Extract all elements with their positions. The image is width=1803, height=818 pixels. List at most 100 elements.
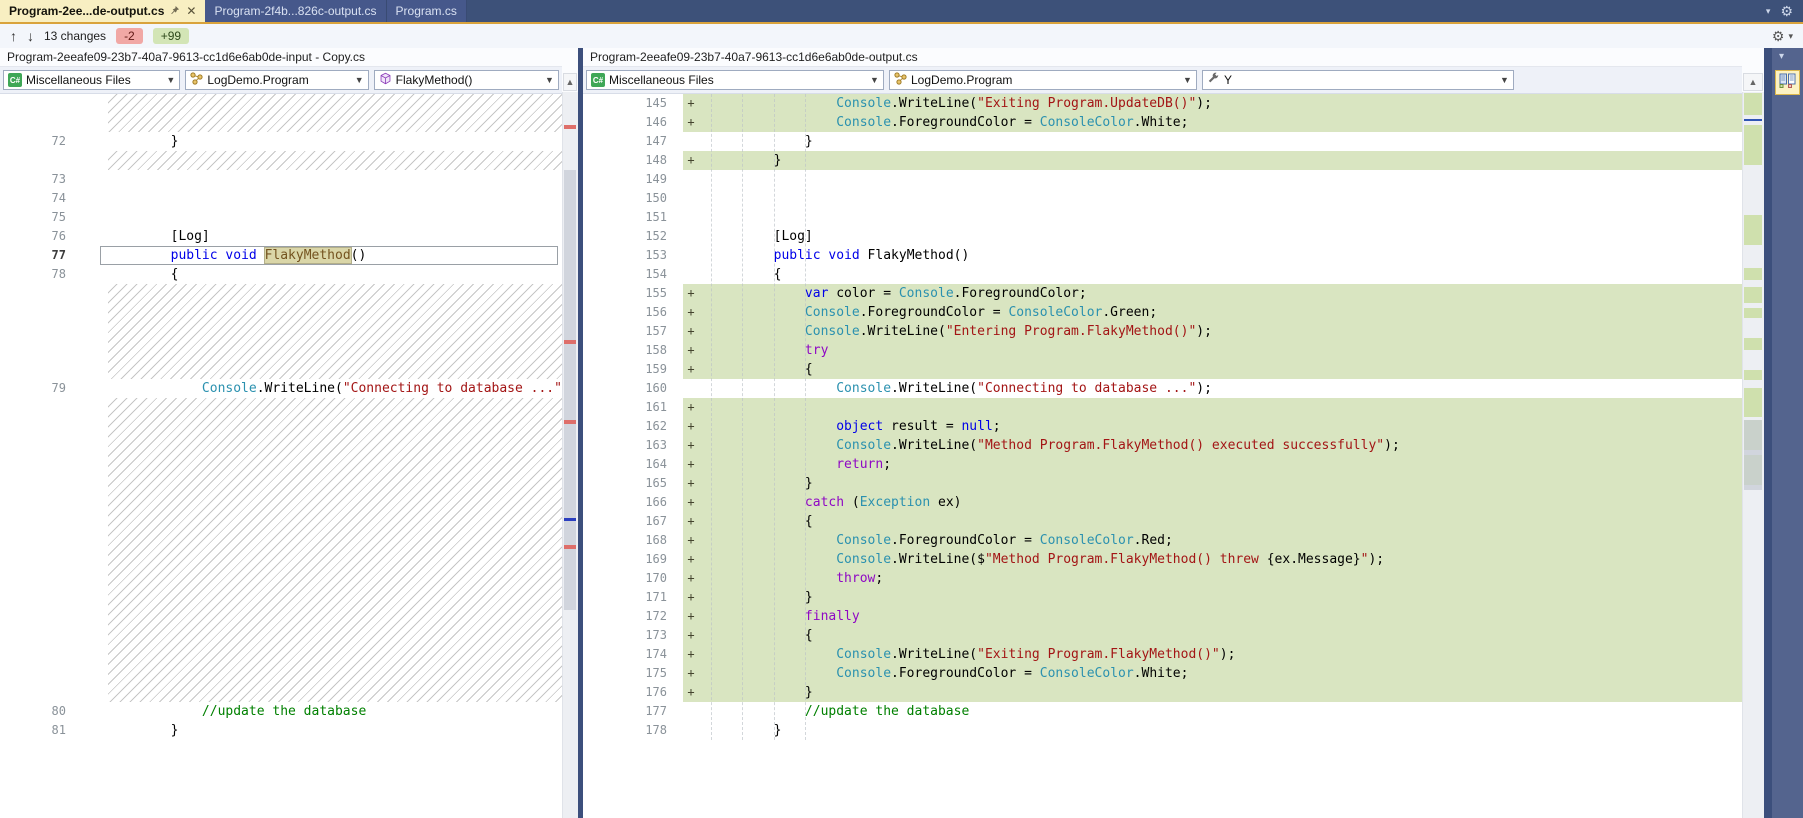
- added-change-map-mark: [1744, 370, 1762, 380]
- code-line[interactable]: 171+ }: [583, 588, 1742, 607]
- code-line[interactable]: 149: [583, 170, 1742, 189]
- line-number: 72: [0, 132, 100, 151]
- code-text: {: [699, 512, 813, 531]
- scroll-up-button[interactable]: ▲: [1743, 73, 1763, 91]
- code-text: }: [100, 132, 178, 151]
- line-number: 166: [583, 493, 683, 512]
- code-line[interactable]: 160 Console.WriteLine("Connecting to dat…: [583, 379, 1742, 398]
- right-type-dropdown[interactable]: LogDemo.Program ▼: [889, 70, 1197, 90]
- left-member-dropdown[interactable]: FlakyMethod() ▼: [374, 70, 559, 90]
- code-line[interactable]: 155+ var color = Console.ForegroundColor…: [583, 284, 1742, 303]
- code-line[interactable]: 159+ {: [583, 360, 1742, 379]
- class-icon: [894, 72, 907, 88]
- code-line[interactable]: 174+ Console.WriteLine("Exiting Program.…: [583, 645, 1742, 664]
- line-number: 174: [583, 645, 683, 664]
- tabstrip-gear-icon[interactable]: ⚙: [1780, 4, 1793, 18]
- code-line[interactable]: 153 public void FlakyMethod(): [583, 246, 1742, 265]
- left-type-dropdown[interactable]: LogDemo.Program ▼: [185, 70, 368, 90]
- line-number: 76: [0, 227, 100, 246]
- code-line[interactable]: 172+ finally: [583, 607, 1742, 626]
- right-project-dropdown[interactable]: C# Miscellaneous Files ▼: [586, 70, 884, 90]
- added-change-map-mark: [1744, 338, 1762, 350]
- left-code-editor[interactable]: 72 } 73747576 [Log]77 public void FlakyMe…: [0, 94, 562, 818]
- close-tab-icon[interactable]: ✕: [186, 4, 196, 18]
- code-line[interactable]: 78 {: [0, 265, 562, 284]
- added-line-marker: [683, 379, 699, 398]
- code-line[interactable]: 75: [0, 208, 562, 227]
- added-line-marker: +: [683, 493, 699, 512]
- document-tab[interactable]: Program.cs: [387, 0, 467, 22]
- diff-settings-gear-icon[interactable]: ⚙: [1772, 29, 1785, 43]
- line-number: 158: [583, 341, 683, 360]
- code-line[interactable]: 76 [Log]: [0, 227, 562, 246]
- code-line[interactable]: 146+ Console.ForegroundColor = ConsoleCo…: [583, 113, 1742, 132]
- code-line[interactable]: 73: [0, 170, 562, 189]
- added-line-marker: +: [683, 455, 699, 474]
- deleted-region-hatch: [108, 284, 562, 379]
- left-editor-scrollbar[interactable]: ▲: [562, 48, 578, 818]
- code-text: Console.WriteLine("Connecting to databas…: [100, 379, 562, 398]
- document-tab[interactable]: Program-2f4b...826c-output.cs: [205, 0, 386, 22]
- code-line[interactable]: 151: [583, 208, 1742, 227]
- code-line[interactable]: 157+ Console.WriteLine("Entering Program…: [583, 322, 1742, 341]
- code-line[interactable]: 176+ }: [583, 683, 1742, 702]
- code-text: try: [699, 341, 828, 360]
- code-text: Console.WriteLine("Exiting Program.Updat…: [699, 94, 1212, 113]
- next-change-button[interactable]: ↓: [27, 29, 34, 43]
- code-line[interactable]: 154 {: [583, 265, 1742, 284]
- code-line[interactable]: 156+ Console.ForegroundColor = ConsoleCo…: [583, 303, 1742, 322]
- code-text: {: [699, 360, 813, 379]
- diff-settings-chevron-icon[interactable]: ▾: [1788, 31, 1793, 42]
- code-line[interactable]: 148+ }: [583, 151, 1742, 170]
- code-line[interactable]: 178 }: [583, 721, 1742, 740]
- right-code-editor[interactable]: 145+ Console.WriteLine("Exiting Program.…: [583, 94, 1742, 818]
- code-line[interactable]: 158+ try: [583, 341, 1742, 360]
- code-text: }: [100, 721, 178, 740]
- deleted-region-hatch: [108, 398, 562, 702]
- compare-files-tool-button[interactable]: [1775, 70, 1800, 95]
- code-line[interactable]: 167+ {: [583, 512, 1742, 531]
- code-line[interactable]: 164+ return;: [583, 455, 1742, 474]
- right-editor-scrollbar[interactable]: ▲: [1742, 48, 1764, 818]
- code-line[interactable]: 80 //update the database: [0, 702, 562, 721]
- added-line-marker: +: [683, 664, 699, 683]
- code-line[interactable]: 81 }: [0, 721, 562, 740]
- panel-chevron-icon[interactable]: ▾: [1779, 51, 1784, 62]
- code-line[interactable]: 175+ Console.ForegroundColor = ConsoleCo…: [583, 664, 1742, 683]
- previous-change-button[interactable]: ↑: [10, 29, 17, 43]
- code-line[interactable]: 165+ }: [583, 474, 1742, 493]
- code-line[interactable]: 79 Console.WriteLine("Connecting to data…: [0, 379, 562, 398]
- document-tab[interactable]: Program-2ee...de-output.cs✕: [0, 0, 205, 22]
- line-number: 77: [0, 246, 100, 265]
- scrollbar-thumb[interactable]: [1744, 420, 1762, 490]
- code-line[interactable]: 150: [583, 189, 1742, 208]
- left-project-dropdown[interactable]: C# Miscellaneous Files ▼: [3, 70, 180, 90]
- added-line-marker: +: [683, 550, 699, 569]
- code-line[interactable]: 152 [Log]: [583, 227, 1742, 246]
- document-list-chevron-icon[interactable]: ▾: [1766, 6, 1771, 17]
- added-line-marker: +: [683, 626, 699, 645]
- code-line[interactable]: 161+: [583, 398, 1742, 417]
- added-line-marker: [683, 208, 699, 227]
- code-text: }: [699, 474, 813, 493]
- scrollbar-thumb[interactable]: [564, 170, 576, 610]
- code-line[interactable]: 168+ Console.ForegroundColor = ConsoleCo…: [583, 531, 1742, 550]
- code-line[interactable]: 77 public void FlakyMethod(): [0, 246, 562, 265]
- code-line[interactable]: 170+ throw;: [583, 569, 1742, 588]
- added-line-marker: +: [683, 436, 699, 455]
- code-line[interactable]: 145+ Console.WriteLine("Exiting Program.…: [583, 94, 1742, 113]
- right-member-dropdown[interactable]: Y ▼: [1202, 70, 1514, 90]
- pin-icon[interactable]: [170, 4, 180, 18]
- code-line[interactable]: 147 }: [583, 132, 1742, 151]
- scroll-up-button[interactable]: ▲: [563, 73, 577, 91]
- code-line[interactable]: 163+ Console.WriteLine("Method Program.F…: [583, 436, 1742, 455]
- code-line[interactable]: 169+ Console.WriteLine($"Method Program.…: [583, 550, 1742, 569]
- added-line-marker: +: [683, 360, 699, 379]
- code-line[interactable]: 173+ {: [583, 626, 1742, 645]
- compare-files-icon: [1779, 73, 1796, 93]
- code-line[interactable]: 166+ catch (Exception ex): [583, 493, 1742, 512]
- code-line[interactable]: 72 }: [0, 132, 562, 151]
- code-line[interactable]: 177 //update the database: [583, 702, 1742, 721]
- code-line[interactable]: 74: [0, 189, 562, 208]
- code-line[interactable]: 162+ object result = null;: [583, 417, 1742, 436]
